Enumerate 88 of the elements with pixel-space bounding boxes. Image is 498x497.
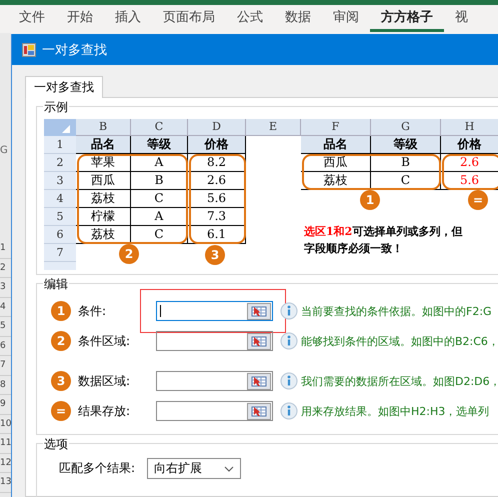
number-badge: = bbox=[51, 401, 71, 421]
field-label: 结果存放: bbox=[77, 402, 132, 420]
ribbon-tab[interactable]: 数据 bbox=[274, 6, 322, 32]
table-cell: 荔枝 bbox=[301, 172, 371, 190]
number-badge: = bbox=[468, 190, 488, 210]
column-header: C bbox=[131, 119, 188, 136]
app-icon bbox=[22, 42, 36, 56]
info-icon bbox=[280, 402, 298, 420]
table-cell: 品名 bbox=[76, 136, 131, 154]
input-field[interactable] bbox=[156, 401, 273, 421]
hint-text: 能够找到条件的区域。如图中的B2:C6， bbox=[301, 334, 498, 348]
dialog-tab[interactable]: 一对多查找 bbox=[25, 76, 103, 98]
field-label: 数据区域: bbox=[77, 372, 132, 390]
field-label: 匹配多个结果: bbox=[59, 460, 136, 477]
table-cell: 7.3 bbox=[188, 208, 246, 226]
table-cell: 等级 bbox=[371, 136, 441, 154]
field-label: 条件区域: bbox=[77, 332, 132, 350]
info-icon bbox=[280, 372, 298, 390]
column-header: H bbox=[441, 119, 498, 136]
number-badge: 3 bbox=[205, 245, 225, 265]
range-select-icon[interactable] bbox=[247, 332, 271, 350]
table-cell: 价格 bbox=[188, 136, 246, 154]
table-cell: 8.2 bbox=[188, 154, 246, 172]
ribbon-tab[interactable]: 文件 bbox=[8, 6, 56, 32]
row-number: 3 bbox=[44, 172, 76, 190]
table-cell: B bbox=[371, 154, 441, 172]
hint-text: 我们需要的数据所在区域。如图D2:D6， bbox=[301, 374, 498, 388]
info-icon bbox=[280, 332, 298, 350]
input-field[interactable] bbox=[156, 301, 273, 321]
table-cell: 等级 bbox=[131, 136, 188, 154]
number-badge: 1 bbox=[51, 301, 71, 321]
table-cell: 价格 bbox=[441, 136, 498, 154]
column-header: D bbox=[188, 119, 246, 136]
column-header: G bbox=[371, 119, 441, 136]
row-number: 2 bbox=[44, 154, 76, 172]
range-select-icon[interactable] bbox=[247, 402, 271, 420]
window-title: 一对多查找 bbox=[42, 42, 107, 58]
table-cell: 5.6 bbox=[188, 190, 246, 208]
table-cell: 苹果 bbox=[76, 154, 131, 172]
table-cell: 荔枝 bbox=[76, 190, 131, 208]
number-badge: 2 bbox=[119, 244, 139, 264]
dropdown[interactable]: 向右扩展 bbox=[147, 458, 241, 479]
number-badge: 3 bbox=[51, 371, 71, 391]
row-number: 6 bbox=[44, 226, 76, 244]
table-cell: C bbox=[131, 190, 188, 208]
field-label: 条件: bbox=[77, 302, 108, 320]
ribbon-tab[interactable]: 页面布局 bbox=[152, 6, 226, 32]
ribbon-tab[interactable]: 审阅 bbox=[322, 6, 370, 32]
group-label: 选项 bbox=[43, 436, 69, 453]
row-header-strip bbox=[44, 262, 76, 270]
column-header: F bbox=[301, 119, 371, 136]
table-cell: 西瓜 bbox=[76, 172, 131, 190]
column-header: G bbox=[0, 145, 9, 158]
column-header: B bbox=[76, 119, 131, 136]
table-cell: A bbox=[131, 154, 188, 172]
ribbon-tab[interactable]: 公式 bbox=[226, 6, 274, 32]
range-select-icon[interactable] bbox=[247, 372, 271, 390]
chevron-down-icon bbox=[224, 466, 234, 472]
note-text: 选区1和2可选择单列或多列，但 bbox=[304, 224, 462, 240]
row-number: 5 bbox=[44, 208, 76, 226]
ribbon-tab[interactable]: 开始 bbox=[56, 6, 104, 32]
ribbon-tab[interactable]: 插入 bbox=[104, 6, 152, 32]
table-cell: 西瓜 bbox=[301, 154, 371, 172]
table-cell: 2.6 bbox=[188, 172, 246, 190]
info-icon bbox=[280, 302, 298, 320]
number-badge: 2 bbox=[51, 331, 71, 351]
row-number: 4 bbox=[44, 190, 76, 208]
table-cell: A bbox=[131, 208, 188, 226]
group-label: 示例 bbox=[43, 99, 69, 116]
table-cell: C bbox=[131, 226, 188, 244]
note-text: 字段顺序必须一致！ bbox=[304, 241, 404, 257]
hint-text: 用来存放结果。如图中H2:H3，选单列 bbox=[301, 404, 490, 418]
hint-text: 当前要查找的条件依据。如图中的F2:G bbox=[301, 304, 492, 318]
table-cell: 柠檬 bbox=[76, 208, 131, 226]
select-all-corner bbox=[44, 119, 76, 136]
table-cell: 6.1 bbox=[188, 226, 246, 244]
table-cell: 品名 bbox=[301, 136, 371, 154]
input-field[interactable] bbox=[156, 331, 273, 351]
row-number: 7 bbox=[44, 244, 76, 262]
number-badge: 1 bbox=[360, 190, 380, 210]
range-select-icon[interactable] bbox=[247, 302, 271, 320]
row-number: 1 bbox=[44, 136, 76, 154]
column-header: E bbox=[246, 119, 301, 136]
ribbon-tab[interactable]: 视 bbox=[444, 6, 479, 32]
table-cell: 2.6 bbox=[441, 154, 498, 172]
group-label: 编辑 bbox=[43, 276, 69, 293]
input-field[interactable] bbox=[156, 371, 273, 391]
table-cell: B bbox=[131, 172, 188, 190]
